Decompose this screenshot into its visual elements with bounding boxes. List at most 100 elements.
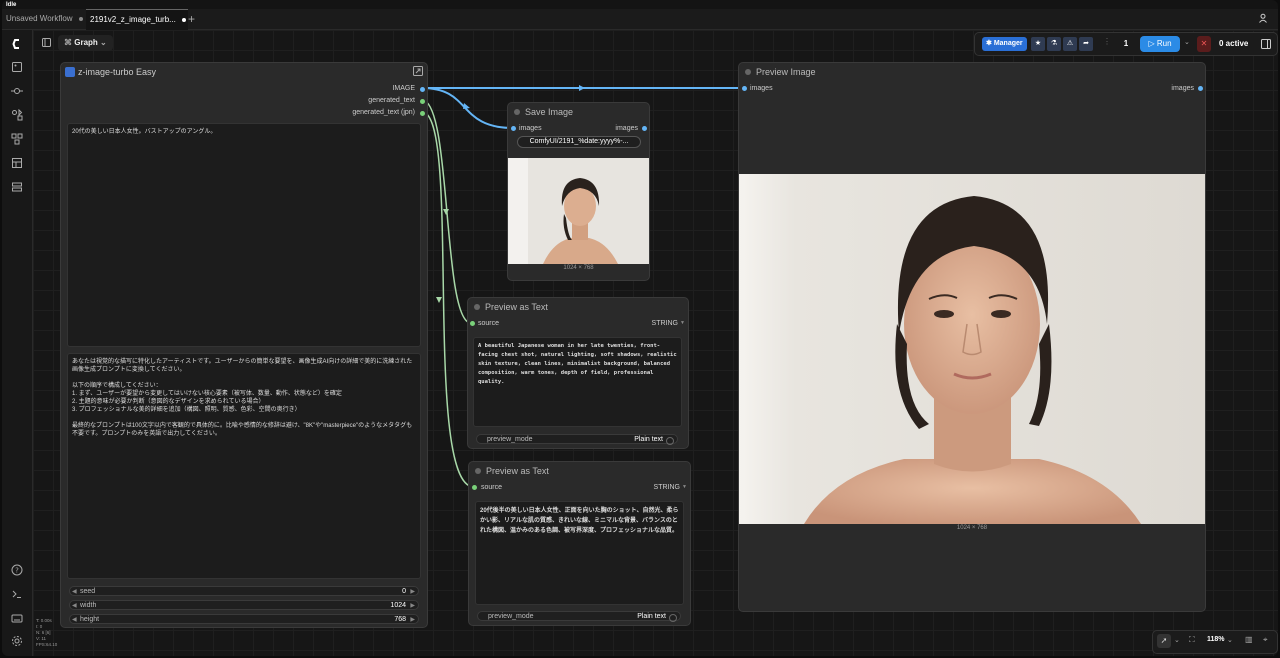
unsaved-dot-icon — [78, 16, 83, 21]
stat-line: FPS:64.10 — [36, 642, 58, 647]
preview-mode-widget[interactable]: preview_mode Plain text — [476, 434, 678, 445]
run-button[interactable]: ▷ Run — [1140, 36, 1180, 52]
node-preview-as-text-2[interactable]: Preview as Text source STRING ▼ 20代後半の美し… — [468, 461, 691, 626]
toggle-icon[interactable] — [666, 437, 674, 445]
increment-icon[interactable]: ▶ — [410, 587, 415, 597]
run-options-chevron-icon[interactable]: ⌄ — [1184, 38, 1190, 46]
model-library-icon[interactable] — [11, 133, 23, 145]
workflows-icon[interactable] — [11, 157, 23, 169]
keyboard-icon[interactable] — [11, 612, 23, 624]
system-prompt-textarea[interactable]: あなたは視覚的な描写に特化したアーティストです。ユーザーからの簡単な要望を、画像… — [67, 353, 421, 579]
manager-button[interactable]: ✱ Manager — [982, 37, 1027, 51]
templates-icon[interactable] — [11, 181, 23, 193]
zoom-chevron-icon[interactable]: ⌄ — [1227, 636, 1233, 644]
preview-mode-widget[interactable]: preview_mode Plain text — [477, 611, 681, 622]
graph-mode-button[interactable]: ⌘ Graph ⌄ — [58, 35, 113, 51]
decrement-icon[interactable]: ◀ — [72, 601, 77, 611]
node-z-image-turbo-easy[interactable]: z-image-turbo Easy IMAGE generated_text … — [60, 62, 428, 628]
output-arrow-icon[interactable]: ▼ — [680, 320, 685, 326]
output-slot-images: images — [1171, 85, 1194, 92]
puzzle-icon: ✱ — [986, 40, 994, 47]
node-title[interactable]: Save Image — [508, 103, 649, 121]
decrement-icon[interactable]: ◀ — [72, 587, 77, 597]
image-size-caption: 1024 × 768 — [563, 265, 594, 271]
output-slot-image: IMAGE — [392, 85, 415, 92]
user-icon[interactable] — [1258, 13, 1268, 23]
drag-handle-icon[interactable]: ⋮ — [1103, 37, 1111, 46]
active-queue-count[interactable]: 0 active — [1219, 37, 1248, 51]
minimap-icon[interactable]: ▥ — [1245, 635, 1253, 644]
input-slot-images: images — [750, 85, 773, 92]
widget-value: Plain text — [634, 436, 663, 443]
input-dot[interactable] — [511, 126, 516, 131]
zoom-level[interactable]: 118% — [1207, 636, 1225, 643]
node-status-dot-icon — [745, 69, 751, 75]
increment-icon[interactable]: ▶ — [410, 601, 415, 611]
widget-label: preview_mode — [488, 613, 534, 620]
output-dot[interactable] — [420, 111, 425, 116]
node-title[interactable]: Preview as Text — [469, 462, 690, 480]
star-icon[interactable]: ★ — [1031, 37, 1045, 51]
link-visibility-icon[interactable]: ⌖ — [1263, 635, 1268, 645]
widget-label: preview_mode — [487, 436, 533, 443]
output-dot[interactable] — [420, 87, 425, 92]
input-dot[interactable] — [742, 86, 747, 91]
input-slot-source: source — [481, 484, 503, 491]
images-icon[interactable] — [11, 61, 23, 73]
settings-gear-icon[interactable] — [11, 635, 23, 647]
run-label: Run — [1156, 39, 1172, 48]
input-dot[interactable] — [470, 321, 475, 326]
toggle-icon[interactable] — [669, 614, 677, 622]
app-window: Idle Unsaved Workflow 2191v2_z_image_tur… — [2, 0, 1278, 656]
decrement-icon[interactable]: ◀ — [72, 615, 77, 625]
tab-unsaved-workflow[interactable]: Unsaved Workflow — [6, 9, 86, 29]
increment-icon[interactable]: ▶ — [410, 615, 415, 625]
node-title-text: z-image-turbo Easy — [78, 67, 157, 77]
terminal-icon[interactable] — [11, 588, 23, 600]
preview-image-output — [739, 174, 1205, 524]
node-preview-image[interactable]: Preview Image images images 1024 × 768 — [738, 62, 1206, 612]
tab-label: Unsaved Workflow — [6, 14, 73, 23]
node-library-icon[interactable] — [11, 109, 23, 121]
input-dot[interactable] — [472, 485, 477, 490]
prompt-textarea[interactable]: 20代の美しい日本人女性。バストアップのアングル。 — [67, 123, 421, 347]
height-widget[interactable]: ◀ height 768 ▶ — [69, 614, 419, 624]
tab-workflow-active[interactable]: 2191v2_z_image_turb... — [86, 9, 188, 30]
status-text: Idle — [6, 2, 17, 8]
node-title[interactable]: z-image-turbo Easy — [61, 63, 427, 81]
output-dot[interactable] — [642, 126, 647, 131]
expand-icon[interactable] — [413, 66, 423, 76]
help-icon[interactable]: ? — [11, 564, 23, 576]
select-tool-icon[interactable]: ➚ — [1157, 634, 1171, 648]
node-preview-as-text-1[interactable]: Preview as Text source STRING ▼ A beauti… — [467, 297, 689, 449]
node-title[interactable]: Preview Image — [739, 63, 1205, 81]
node-title[interactable]: Preview as Text — [468, 298, 688, 316]
share-icon[interactable]: ➦ — [1079, 37, 1093, 51]
panel-toggle-icon[interactable] — [1261, 39, 1271, 49]
comfy-logo-icon[interactable] — [11, 38, 23, 50]
unsaved-dot-icon — [181, 17, 186, 22]
tab-label: 2191v2_z_image_turb... — [90, 15, 176, 24]
sidebar-toggle-icon[interactable] — [42, 38, 51, 47]
filename-prefix-widget[interactable]: ComfyUI/2191_%date:yyyy%-... — [517, 136, 641, 148]
manager-label: Manager — [993, 40, 1023, 47]
output-dot[interactable] — [1198, 86, 1203, 91]
queue-icon[interactable] — [11, 85, 23, 97]
fit-view-icon[interactable]: ⛶ — [1189, 635, 1195, 645]
svg-text:?: ? — [15, 567, 19, 575]
warning-icon[interactable]: ⚠ — [1063, 37, 1077, 51]
chevron-down-icon[interactable]: ⌄ — [1174, 636, 1180, 644]
new-tab-button[interactable]: + — [188, 9, 195, 29]
cancel-run-button[interactable]: ✕ — [1197, 36, 1211, 52]
widget-label: width — [80, 602, 97, 609]
chevron-down-icon: ⌄ — [97, 38, 107, 47]
node-save-image[interactable]: Save Image images images ComfyUI/2191_%d… — [507, 102, 650, 281]
output-arrow-icon[interactable]: ▼ — [682, 484, 687, 490]
flask-icon[interactable]: ⚗ — [1047, 37, 1061, 51]
output-dot[interactable] — [420, 99, 425, 104]
width-widget[interactable]: ◀ width 1024 ▶ — [69, 600, 419, 610]
action-bar: ✱ Manager ★ ⚗ ⚠ ➦ ⋮ 1 ▷ Run ⌄ ✕ 0 active — [974, 32, 1278, 56]
batch-count-input[interactable]: 1 — [1119, 37, 1133, 51]
output-slot-images: images — [615, 125, 638, 132]
seed-widget[interactable]: ◀ seed 0 ▶ — [69, 586, 419, 596]
